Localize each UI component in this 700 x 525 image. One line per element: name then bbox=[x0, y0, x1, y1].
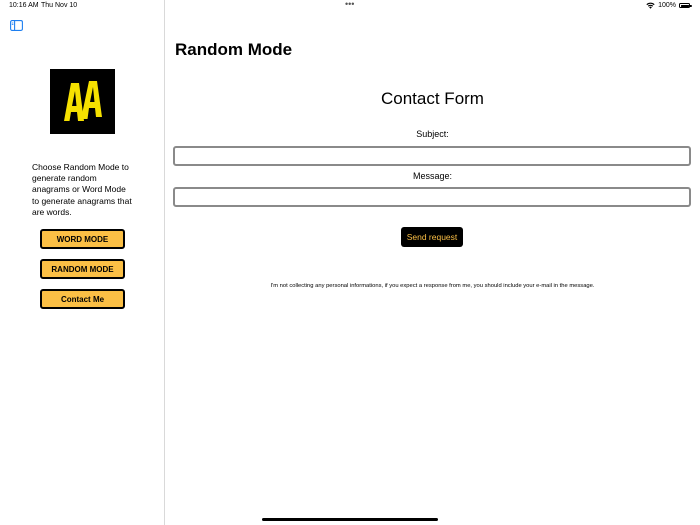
word-mode-button[interactable]: WORD MODE bbox=[40, 229, 125, 249]
sidebar: Choose Random Mode to generate random an… bbox=[0, 0, 165, 525]
battery-icon bbox=[679, 3, 692, 8]
mode-description: Choose Random Mode to generate random an… bbox=[32, 162, 132, 217]
home-indicator[interactable] bbox=[262, 518, 438, 521]
battery-percent: 100% bbox=[658, 2, 676, 9]
contact-form-title: Contact Form bbox=[381, 89, 484, 108]
message-input[interactable] bbox=[173, 187, 691, 207]
page-title: Random Mode bbox=[175, 40, 293, 59]
subject-label: Subject: bbox=[416, 129, 449, 139]
message-label: Message: bbox=[412, 171, 453, 181]
sidebar-toggle-icon[interactable] bbox=[10, 20, 23, 31]
wifi-icon bbox=[646, 2, 655, 9]
subject-input[interactable] bbox=[173, 146, 691, 166]
contact-me-button[interactable]: Contact Me bbox=[40, 289, 125, 309]
anagram-logo-icon bbox=[64, 81, 102, 121]
random-mode-button[interactable]: RANDOM MODE bbox=[40, 259, 125, 279]
status-indicators: 100% bbox=[646, 2, 692, 9]
send-request-button[interactable]: Send request bbox=[401, 227, 463, 247]
privacy-disclaimer: I'm not collecting any personal informat… bbox=[270, 283, 595, 289]
app-logo bbox=[50, 69, 115, 134]
multitasking-dots-icon[interactable]: ••• bbox=[345, 0, 354, 9]
